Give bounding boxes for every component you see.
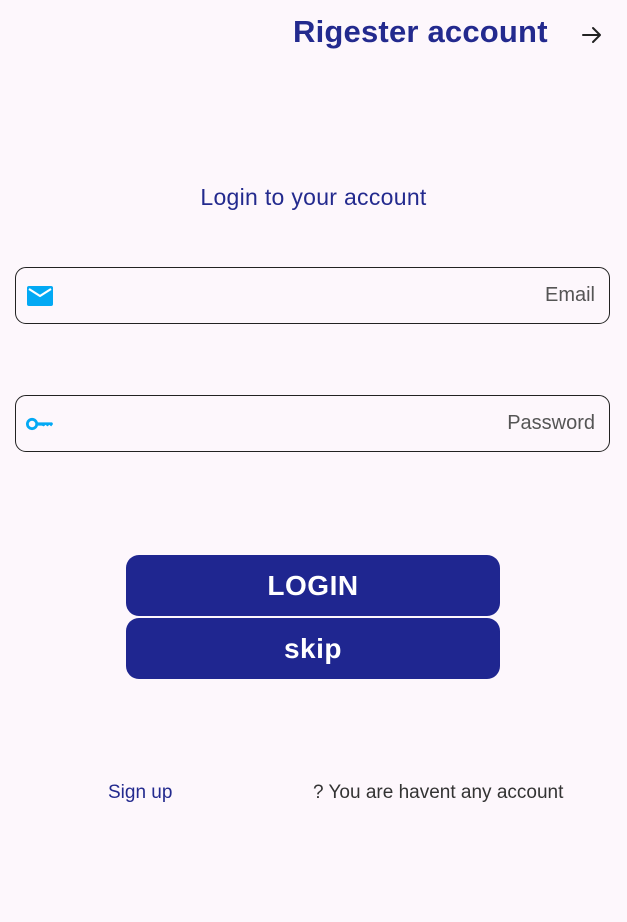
- login-button[interactable]: LOGIN: [126, 555, 500, 616]
- email-input[interactable]: [66, 276, 597, 315]
- register-account-title[interactable]: Rigester account: [293, 14, 548, 50]
- skip-button[interactable]: skip: [126, 618, 500, 679]
- login-heading: Login to your account: [200, 184, 427, 210]
- key-icon: [26, 410, 54, 438]
- password-field[interactable]: [15, 395, 610, 452]
- no-account-text: ? You are havent any account: [313, 782, 564, 803]
- arrow-right-icon: [582, 27, 601, 43]
- email-field[interactable]: [15, 267, 610, 324]
- sign-up-link[interactable]: Sign up: [108, 782, 172, 804]
- password-input[interactable]: [66, 404, 597, 443]
- register-arrow-button[interactable]: [574, 17, 610, 53]
- mail-icon: [26, 282, 54, 310]
- top-bar: Rigester account: [0, 0, 627, 70]
